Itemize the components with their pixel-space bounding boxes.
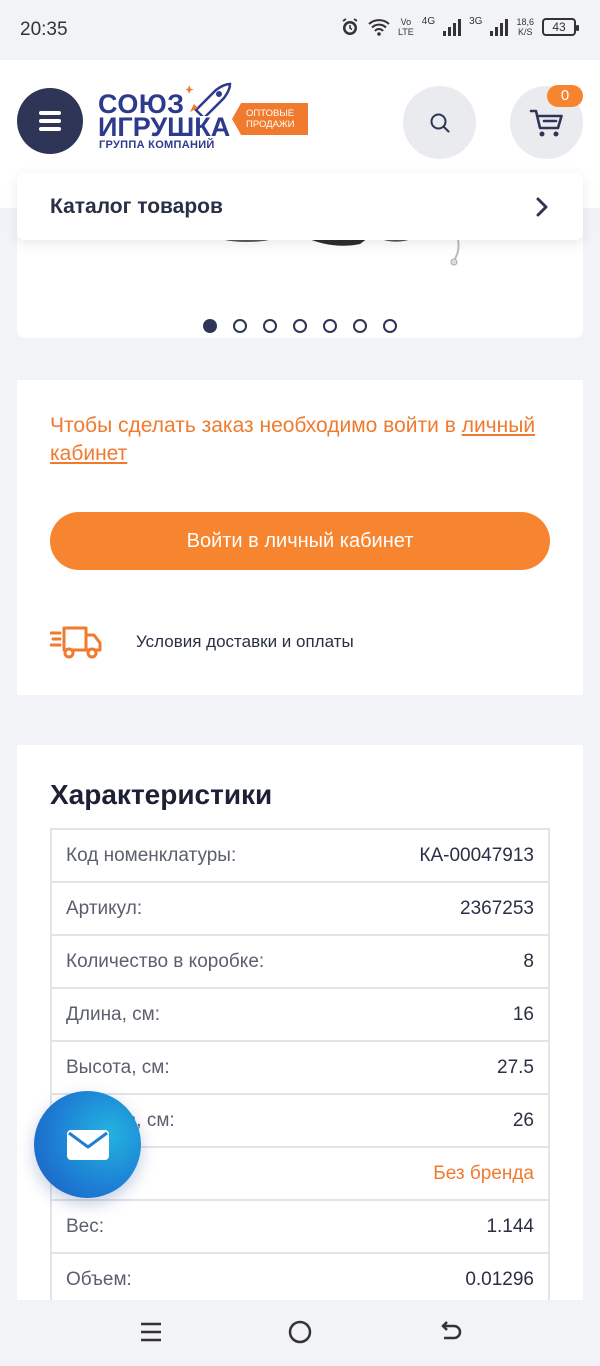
spec-key: Высота, см: — [51, 1040, 357, 1094]
alarm-icon — [342, 17, 358, 35]
menu-button[interactable] — [17, 88, 83, 154]
spec-row: Количество в коробке: 8 — [51, 934, 549, 988]
home-icon[interactable] — [288, 1320, 312, 1344]
login-button[interactable]: Войти в личный кабинет — [50, 512, 550, 570]
volte-top: Vo — [400, 16, 412, 27]
spec-row: Артикул: 2367253 — [51, 881, 549, 935]
signal-icon-1 — [443, 18, 462, 36]
status-icons: Vo LTE 4G 3G 18,6 K/S 43 — [340, 16, 579, 37]
battery-icon: 43 — [542, 17, 579, 36]
mail-icon — [66, 1129, 109, 1160]
login-required-text: Чтобы сделать заказ необходимо войти в — [50, 414, 456, 437]
spec-row: Высота, см: 27.5 — [51, 1040, 549, 1094]
network-type-1: 4G — [421, 16, 436, 27]
spec-row: Вес: 1.144 — [51, 1199, 549, 1253]
net-speed-value: 18,6 — [516, 16, 534, 27]
login-required-message: Чтобы сделать заказ необходимо войти в л… — [50, 412, 550, 468]
recent-apps-icon[interactable] — [139, 1320, 163, 1344]
spec-key: Длина, см: — [51, 987, 357, 1041]
spec-key: Артикул: — [51, 881, 357, 935]
gallery-dot[interactable] — [263, 319, 277, 333]
logo[interactable]: СОЮЗ ИГРУШКА ГРУППА КОМПАНИЙ ОПТОВЫЕ ПРО… — [98, 82, 313, 162]
order-card: Чтобы сделать заказ необходимо войти в л… — [17, 380, 583, 695]
catalog-button[interactable]: Каталог товаров — [17, 173, 583, 240]
cart-count-badge: 0 — [547, 85, 583, 107]
status-bar: 20:35 Vo LTE 4G 3G 18,6 K/S 43 — [0, 0, 600, 60]
delivery-terms-link[interactable]: Условия доставки и оплаты — [50, 624, 354, 660]
gallery-dot[interactable] — [293, 319, 307, 333]
spec-value: 27.5 — [356, 1040, 549, 1094]
characteristics-table: Код номенклатуры: КА-00047913 Артикул: 2367… — [50, 828, 550, 1307]
spec-row: Код номенклатуры: КА-00047913 — [51, 829, 549, 882]
mail-button[interactable] — [34, 1091, 141, 1198]
spec-value: КА-00047913 — [419, 844, 534, 866]
volte-bottom: LTE — [397, 26, 414, 37]
hamburger-icon — [39, 111, 61, 131]
back-icon[interactable] — [438, 1320, 462, 1344]
truck-icon — [50, 626, 102, 659]
characteristics-card: Характеристики Код номенклатуры: КА-00047… — [17, 745, 583, 1307]
gallery-dot[interactable] — [203, 319, 217, 333]
spec-value[interactable]: Без бренда — [356, 1146, 549, 1200]
gallery-dot[interactable] — [353, 319, 367, 333]
wholesale-badge-line1: ОПТОВЫЕ — [246, 108, 295, 119]
gallery-dot[interactable] — [323, 319, 337, 333]
wholesale-badge: ОПТОВЫЕ ПРОДАЖИ — [232, 103, 308, 135]
search-button[interactable] — [403, 86, 476, 159]
spec-key: Вес: — [51, 1199, 357, 1253]
gallery-pagination — [203, 319, 397, 333]
characteristics-title: Характеристики — [50, 779, 273, 810]
logo-text-line2: ИГРУШКА — [98, 112, 231, 142]
signal-icon-2 — [490, 18, 509, 36]
wifi-icon — [368, 18, 390, 36]
gallery-dot[interactable] — [383, 319, 397, 333]
rocket-icon — [186, 82, 232, 116]
spec-value: 2367253 — [356, 881, 549, 935]
network-type-2: 3G — [469, 16, 483, 27]
spec-value: 8 — [356, 934, 549, 988]
spec-key: Объем: — [51, 1252, 357, 1306]
gallery-dot[interactable] — [233, 319, 247, 333]
spec-key: Код номенклатуры: — [66, 844, 237, 866]
delivery-terms-label: Условия доставки и оплаты — [136, 632, 354, 651]
spec-row: Объем: 0.01296 — [51, 1252, 549, 1306]
spec-value: 26 — [356, 1093, 549, 1147]
logo-text-line3: ГРУППА КОМПАНИЙ — [99, 139, 215, 151]
net-speed: 18,6 K/S — [516, 17, 534, 37]
catalog-label: Каталог товаров — [50, 194, 223, 218]
wholesale-badge-line2: ПРОДАЖИ — [246, 119, 295, 130]
spec-key: Количество в коробке: — [51, 934, 357, 988]
system-nav-bar — [0, 1300, 600, 1366]
spec-value: 16 — [356, 987, 549, 1041]
spec-value: 0.01296 — [356, 1252, 549, 1306]
net-speed-unit: K/S — [517, 26, 533, 37]
battery-level: 43 — [552, 19, 566, 34]
spec-row: Длина, см: 16 — [51, 987, 549, 1041]
spec-value: 1.144 — [356, 1199, 549, 1253]
search-icon — [430, 113, 449, 132]
volte-indicator: Vo LTE — [398, 17, 414, 37]
status-time: 20:35 — [20, 19, 68, 40]
chevron-right-icon — [536, 197, 548, 216]
cart-icon — [529, 109, 563, 136]
